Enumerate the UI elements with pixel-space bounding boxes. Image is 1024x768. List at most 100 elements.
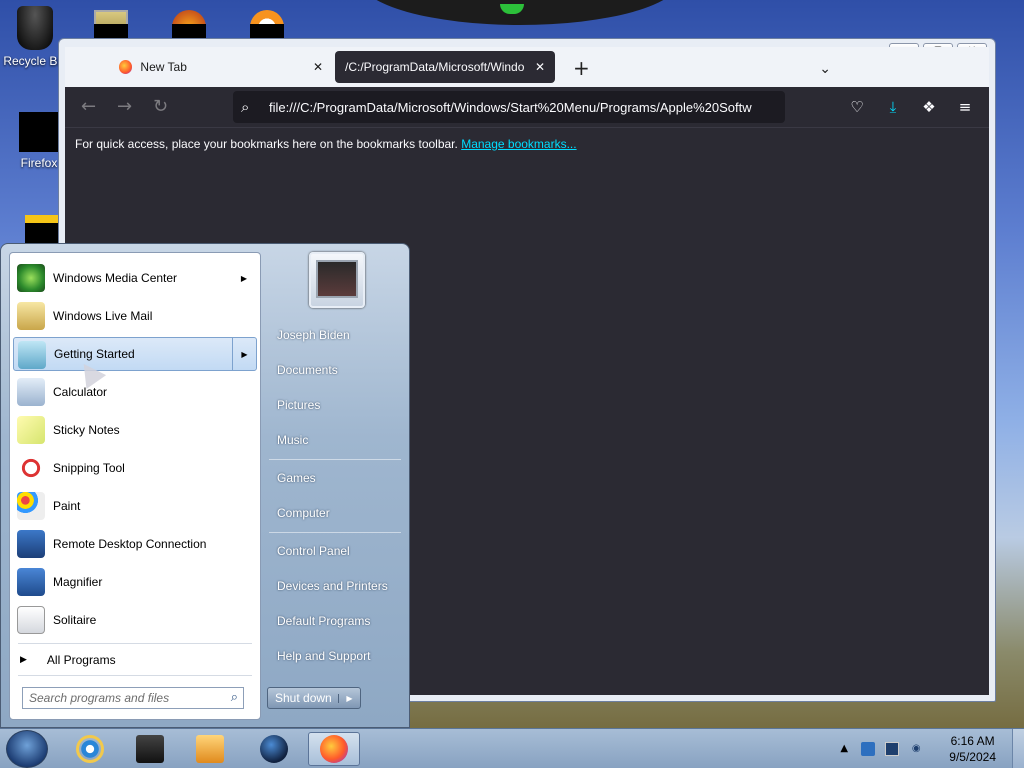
tab-new-tab[interactable]: New Tab ✕ bbox=[109, 51, 333, 83]
program-windows-media-center[interactable]: Windows Media Center ▶ bbox=[13, 261, 257, 295]
search-icon: ⌕ bbox=[241, 98, 250, 116]
shutdown-options-arrow-icon[interactable]: ▶ bbox=[338, 693, 360, 703]
sticky-notes-icon bbox=[17, 416, 45, 444]
divider bbox=[18, 643, 252, 644]
shutdown-button[interactable]: Shut down ▶ bbox=[267, 687, 361, 709]
manage-bookmarks-link[interactable]: Manage bookmarks... bbox=[461, 137, 576, 151]
program-label: Calculator bbox=[53, 385, 108, 399]
program-list-pane: Windows Media Center ▶ Windows Live Mail… bbox=[9, 252, 261, 720]
start-search-input[interactable]: Search programs and files ⌕ bbox=[22, 687, 244, 709]
start-link-devices-and-printers[interactable]: Devices and Printers bbox=[277, 579, 388, 593]
start-link-default-programs[interactable]: Default Programs bbox=[277, 614, 370, 628]
snipping-tool-icon bbox=[17, 454, 45, 482]
pocket-icon[interactable]: ♡ bbox=[847, 97, 867, 117]
desktop-wallpaper-shape bbox=[360, 0, 680, 25]
taskbar: ▲ ◉ 6:16 AM 9/5/2024 bbox=[0, 728, 1024, 768]
firefox-icon bbox=[119, 60, 133, 74]
nav-toolbar: ← → ↻ ⌕ file:///C:/ProgramData/Microsoft… bbox=[65, 87, 989, 127]
start-link-pictures[interactable]: Pictures bbox=[277, 398, 320, 412]
start-link-games[interactable]: Games bbox=[277, 471, 316, 485]
user-picture[interactable] bbox=[309, 252, 365, 308]
program-solitaire[interactable]: Solitaire bbox=[13, 603, 257, 637]
tab-label: New Tab bbox=[140, 60, 187, 74]
media-center-icon bbox=[17, 264, 45, 292]
menu-icon[interactable]: ≡ bbox=[955, 97, 975, 117]
new-tab-button[interactable]: + bbox=[573, 58, 590, 78]
download-icon[interactable]: ⤓ bbox=[883, 97, 903, 117]
remote-desktop-icon bbox=[17, 530, 45, 558]
avatar bbox=[316, 260, 358, 298]
all-programs-button[interactable]: ▶ All Programs bbox=[20, 653, 116, 667]
tab-file-path[interactable]: /C:/ProgramData/Microsoft/Windo ✕ bbox=[335, 51, 555, 83]
all-programs-arrow-icon: ▶ bbox=[20, 655, 27, 665]
all-programs-label: All Programs bbox=[46, 653, 116, 667]
list-all-tabs-button[interactable]: ⌄ bbox=[819, 61, 831, 77]
taskbar-media-player[interactable] bbox=[184, 732, 236, 766]
getting-started-icon bbox=[18, 341, 46, 369]
start-link-help-and-support[interactable]: Help and Support bbox=[277, 649, 370, 663]
show-hidden-icons-button[interactable]: ▲ bbox=[837, 742, 851, 756]
start-menu: Windows Media Center ▶ Windows Live Mail… bbox=[0, 243, 410, 728]
bookmarks-toolbar: For quick access, place your bookmarks h… bbox=[65, 127, 989, 157]
search-icon[interactable]: ⌕ bbox=[231, 690, 238, 705]
reload-button[interactable]: ↻ bbox=[153, 97, 168, 117]
internet-explorer-icon bbox=[76, 735, 104, 763]
system-tray: ▲ ◉ 6:16 AM 9/5/2024 bbox=[837, 729, 1024, 768]
taskbar-media-device[interactable] bbox=[124, 732, 176, 766]
back-button[interactable]: ← bbox=[81, 97, 96, 117]
forward-button[interactable]: → bbox=[117, 97, 132, 117]
action-center-icon[interactable] bbox=[861, 742, 876, 756]
start-link-user[interactable]: Joseph Biden bbox=[277, 328, 350, 342]
program-snipping-tool[interactable]: Snipping Tool bbox=[13, 451, 257, 485]
extensions-icon[interactable]: ❖ bbox=[919, 97, 939, 117]
program-label: Solitaire bbox=[53, 613, 97, 627]
search-placeholder: Search programs and files bbox=[29, 691, 170, 705]
taskbar-globe-app[interactable] bbox=[248, 732, 300, 766]
program-label: Paint bbox=[53, 499, 81, 513]
taskbar-firefox[interactable] bbox=[308, 732, 360, 766]
submenu-arrow-icon[interactable]: ▶ bbox=[232, 337, 256, 371]
url-text: file:///C:/ProgramData/Microsoft/Windows… bbox=[269, 99, 752, 115]
recycle-bin-icon bbox=[17, 6, 53, 50]
divider bbox=[18, 675, 252, 676]
show-desktop-button[interactable] bbox=[1012, 729, 1024, 768]
start-link-computer[interactable]: Computer bbox=[277, 506, 330, 520]
volume-icon[interactable]: ◉ bbox=[909, 742, 923, 756]
clock[interactable]: 6:16 AM 9/5/2024 bbox=[949, 733, 996, 765]
program-label: Magnifier bbox=[53, 575, 103, 589]
program-windows-live-mail[interactable]: Windows Live Mail bbox=[13, 299, 257, 333]
clock-time: 6:16 AM bbox=[950, 734, 995, 748]
firefox-icon bbox=[19, 112, 59, 152]
wallpaper-green-light bbox=[500, 4, 524, 14]
tab-close-icon[interactable]: ✕ bbox=[535, 60, 545, 74]
program-getting-started[interactable]: Getting Started ▶ bbox=[13, 337, 257, 371]
start-link-documents[interactable]: Documents bbox=[277, 363, 338, 377]
live-mail-icon bbox=[17, 302, 45, 330]
tab-label: /C:/ProgramData/Microsoft/Windo bbox=[345, 60, 525, 74]
program-sticky-notes[interactable]: Sticky Notes bbox=[13, 413, 257, 447]
url-bar[interactable]: ⌕ file:///C:/ProgramData/Microsoft/Windo… bbox=[233, 91, 785, 123]
program-calculator[interactable]: Calculator bbox=[13, 375, 257, 409]
tab-close-icon[interactable]: ✕ bbox=[313, 60, 323, 74]
program-paint[interactable]: Paint bbox=[13, 489, 257, 523]
program-magnifier[interactable]: Magnifier bbox=[13, 565, 257, 599]
bookmarks-hint: For quick access, place your bookmarks h… bbox=[75, 137, 458, 151]
clock-date: 9/5/2024 bbox=[949, 750, 996, 764]
program-remote-desktop-connection[interactable]: Remote Desktop Connection bbox=[13, 527, 257, 561]
network-icon[interactable] bbox=[885, 742, 900, 756]
taskbar-internet-explorer[interactable] bbox=[64, 732, 116, 766]
media-device-icon bbox=[136, 735, 164, 763]
submenu-arrow-icon: ▶ bbox=[240, 273, 247, 283]
program-label: Windows Media Center bbox=[53, 271, 178, 285]
program-label: Remote Desktop Connection bbox=[53, 537, 207, 551]
start-link-control-panel[interactable]: Control Panel bbox=[277, 544, 350, 558]
globe-icon bbox=[260, 735, 288, 763]
start-button[interactable] bbox=[6, 730, 48, 768]
start-link-music[interactable]: Music bbox=[277, 433, 308, 447]
divider bbox=[269, 459, 401, 460]
calculator-icon bbox=[17, 378, 45, 406]
magnifier-icon bbox=[17, 568, 45, 596]
shutdown-label: Shut down bbox=[275, 691, 332, 705]
divider bbox=[269, 532, 401, 533]
tab-bar: New Tab ✕ /C:/ProgramData/Microsoft/Wind… bbox=[65, 47, 989, 87]
